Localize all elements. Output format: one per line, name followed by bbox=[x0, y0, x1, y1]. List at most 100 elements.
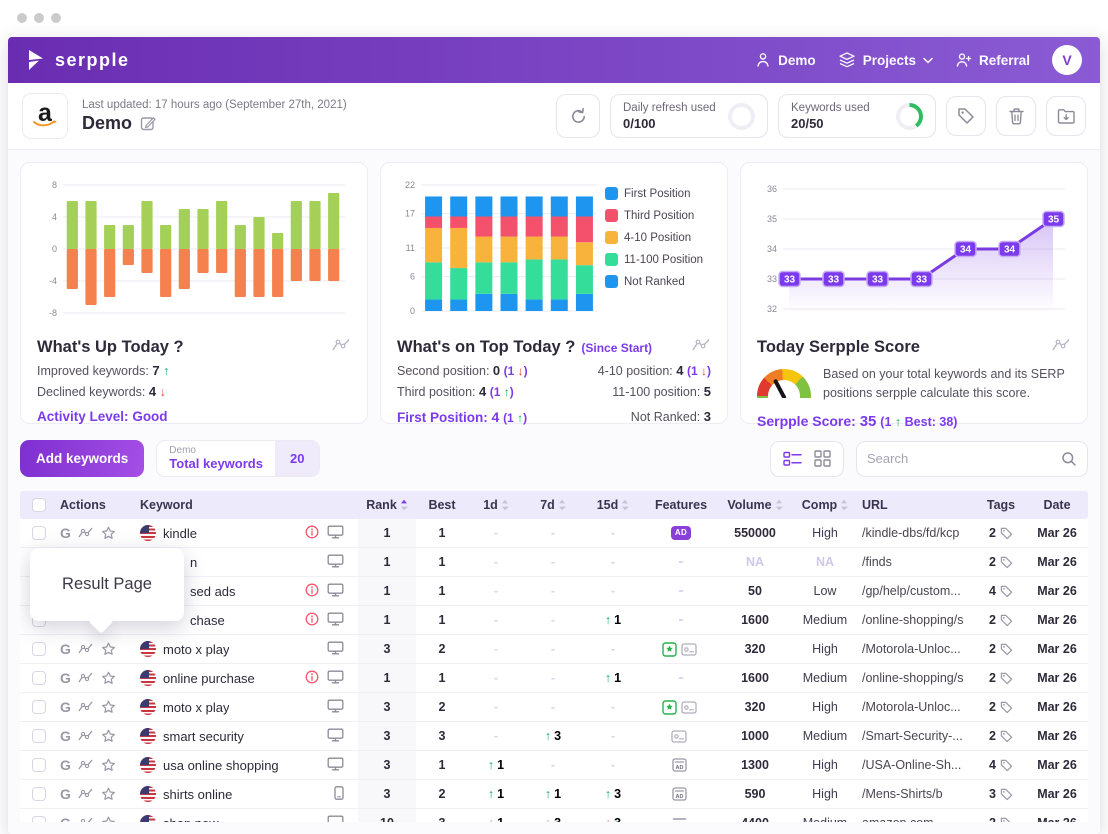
add-keywords-button[interactable]: Add keywords bbox=[20, 440, 144, 477]
table-row[interactable]: G kindle 1 1 - - - AD 550000 High /kindl… bbox=[20, 519, 1088, 548]
keyword-cell[interactable]: smart security bbox=[136, 728, 358, 745]
table-row[interactable]: G moto x play 3 2 - - - 320 High /Motoro… bbox=[20, 693, 1088, 722]
column-header-15d[interactable]: 15d bbox=[582, 498, 644, 512]
tags-cell[interactable]: 3 bbox=[976, 787, 1026, 801]
keyword-cell[interactable]: usa online shopping bbox=[136, 757, 358, 774]
row-checkbox[interactable] bbox=[20, 758, 56, 772]
row-checkbox[interactable] bbox=[20, 816, 56, 822]
google-icon[interactable]: G bbox=[60, 525, 71, 541]
keyword-cell[interactable]: moto x play bbox=[136, 699, 358, 716]
star-icon[interactable] bbox=[101, 642, 116, 656]
column-header-rank[interactable]: Rank bbox=[358, 498, 416, 512]
table-row[interactable]: G moto x play 3 2 - - - 320 High /Motoro… bbox=[20, 635, 1088, 664]
column-header-comp[interactable]: Comp bbox=[792, 498, 858, 512]
nav-item-projects[interactable]: Projects bbox=[838, 52, 933, 68]
brand-logo[interactable]: serpple bbox=[26, 49, 130, 71]
desktop-icon[interactable] bbox=[327, 757, 344, 774]
column-header-volume[interactable]: Volume bbox=[718, 498, 792, 512]
table-row[interactable]: G shirts online 3 2 ↑ 1 ↑ 1 ↑ 3 AD 590 H… bbox=[20, 780, 1088, 809]
tags-cell[interactable]: 4 bbox=[976, 758, 1026, 772]
avatar[interactable]: V bbox=[1052, 45, 1082, 75]
desktop-icon[interactable] bbox=[327, 699, 344, 716]
row-checkbox[interactable] bbox=[20, 642, 56, 656]
tags-button[interactable] bbox=[946, 96, 986, 136]
column-header-7d[interactable]: 7d bbox=[524, 498, 582, 512]
refresh-button[interactable] bbox=[556, 94, 600, 138]
trend-corner-icon[interactable] bbox=[1051, 338, 1071, 357]
export-button[interactable] bbox=[1046, 96, 1086, 136]
keyword-cell[interactable]: moto x play bbox=[136, 641, 358, 658]
trend-icon[interactable] bbox=[78, 527, 94, 539]
search-icon[interactable] bbox=[1061, 451, 1077, 467]
tags-cell[interactable]: 2 bbox=[976, 816, 1026, 822]
window-dot[interactable] bbox=[51, 13, 61, 23]
edit-icon[interactable] bbox=[140, 115, 156, 131]
desktop-icon[interactable] bbox=[327, 728, 344, 745]
delete-button[interactable] bbox=[996, 96, 1036, 136]
google-icon[interactable]: G bbox=[60, 641, 71, 657]
trend-icon[interactable] bbox=[78, 701, 94, 713]
trend-icon[interactable] bbox=[78, 817, 94, 822]
nav-item-demo[interactable]: Demo bbox=[755, 52, 816, 68]
tags-cell[interactable]: 4 bbox=[976, 584, 1026, 598]
google-icon[interactable]: G bbox=[60, 699, 71, 715]
desktop-icon[interactable] bbox=[327, 815, 344, 823]
info-icon[interactable] bbox=[305, 525, 319, 542]
google-icon[interactable]: G bbox=[60, 670, 71, 686]
list-view-icon[interactable] bbox=[783, 451, 802, 467]
keyword-cell[interactable]: kindle bbox=[136, 525, 358, 542]
nav-item-referral[interactable]: Referral bbox=[955, 52, 1030, 68]
trend-icon[interactable] bbox=[78, 643, 94, 655]
tags-cell[interactable]: 2 bbox=[976, 526, 1026, 540]
row-checkbox[interactable] bbox=[20, 671, 56, 685]
tags-cell[interactable]: 2 bbox=[976, 555, 1026, 569]
star-icon[interactable] bbox=[101, 729, 116, 743]
grid-view-icon[interactable] bbox=[814, 450, 831, 467]
table-row[interactable]: G shop now 10 3 ↓ 1 ↓ 3 ↓ 3 4400 Medium … bbox=[20, 809, 1088, 822]
desktop-icon[interactable] bbox=[327, 670, 344, 687]
table-row[interactable]: G smart security 3 3 - ↑ 3 - 1000 Medium… bbox=[20, 722, 1088, 751]
table-row[interactable]: G online purchase 1 1 - - ↑ 1 - 1600 Med… bbox=[20, 664, 1088, 693]
trend-icon[interactable] bbox=[78, 672, 94, 684]
trend-icon[interactable] bbox=[78, 730, 94, 742]
row-checkbox[interactable] bbox=[20, 729, 56, 743]
star-icon[interactable] bbox=[101, 787, 116, 801]
tags-cell[interactable]: 2 bbox=[976, 700, 1026, 714]
table-row[interactable]: G usa online shopping 3 1 ↑ 1 - - AD 130… bbox=[20, 751, 1088, 780]
star-icon[interactable] bbox=[101, 700, 116, 714]
trend-icon[interactable] bbox=[78, 759, 94, 771]
row-checkbox[interactable] bbox=[20, 787, 56, 801]
info-icon[interactable] bbox=[305, 670, 319, 687]
select-all-checkbox[interactable] bbox=[20, 498, 56, 512]
tags-cell[interactable]: 2 bbox=[976, 642, 1026, 656]
info-icon[interactable] bbox=[305, 612, 319, 629]
star-icon[interactable] bbox=[101, 816, 116, 822]
desktop-icon[interactable] bbox=[327, 583, 344, 600]
google-icon[interactable]: G bbox=[60, 815, 71, 822]
search-input[interactable] bbox=[867, 451, 1061, 466]
row-checkbox[interactable] bbox=[20, 700, 56, 714]
google-icon[interactable]: G bbox=[60, 786, 71, 802]
keyword-cell[interactable]: shirts online bbox=[136, 786, 358, 803]
window-controls[interactable] bbox=[0, 0, 1108, 23]
keyword-cell[interactable]: shop now bbox=[136, 815, 358, 823]
keyword-cell[interactable]: online purchase bbox=[136, 670, 358, 687]
total-keywords-chip[interactable]: Demo Total keywords 20 bbox=[156, 440, 320, 477]
window-dot[interactable] bbox=[34, 13, 44, 23]
star-icon[interactable] bbox=[101, 671, 116, 685]
row-checkbox[interactable] bbox=[20, 526, 56, 540]
desktop-icon[interactable] bbox=[327, 554, 344, 571]
google-icon[interactable]: G bbox=[60, 757, 71, 773]
google-icon[interactable]: G bbox=[60, 728, 71, 744]
trend-corner-icon[interactable] bbox=[691, 338, 711, 357]
window-dot[interactable] bbox=[17, 13, 27, 23]
tags-cell[interactable]: 2 bbox=[976, 671, 1026, 685]
column-header-1d[interactable]: 1d bbox=[468, 498, 524, 512]
star-icon[interactable] bbox=[101, 758, 116, 772]
tags-cell[interactable]: 2 bbox=[976, 613, 1026, 627]
desktop-icon[interactable] bbox=[327, 641, 344, 658]
tags-cell[interactable]: 2 bbox=[976, 729, 1026, 743]
desktop-icon[interactable] bbox=[327, 612, 344, 629]
trend-icon[interactable] bbox=[78, 788, 94, 800]
trend-corner-icon[interactable] bbox=[331, 338, 351, 357]
